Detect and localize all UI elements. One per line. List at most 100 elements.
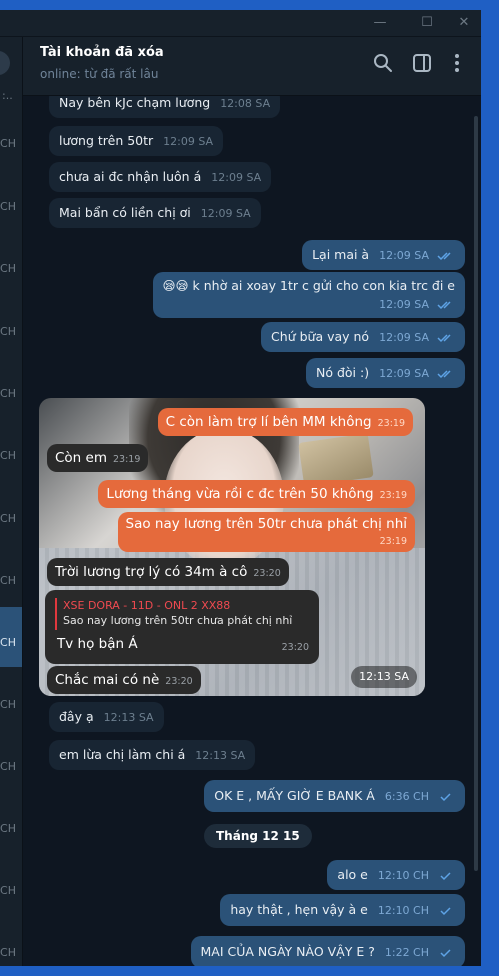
message-outgoing[interactable]: MAI CỦA NGÀY NÀO VẬY E ? 1:22 CH: [190, 936, 465, 966]
message-text: MAI CỦA NGÀY NÀO VẬY E ?: [200, 944, 375, 959]
bubble-text: Sao nay lương trên 50tr chưa phát chị nh…: [125, 516, 407, 532]
message-time: 12:09 SA: [211, 171, 262, 184]
message-outgoing[interactable]: OK E , MẤY GIỜ E BANK Á 6:36 CH: [204, 780, 465, 812]
message-time: 1:22 CH: [384, 946, 430, 959]
read-check-icon: [437, 300, 451, 309]
screenshot-bubble: Trời lương trợ lý có 34m à cô 23:20: [47, 558, 289, 586]
chat-item-time[interactable]: CH: [0, 200, 16, 213]
chat-item-time[interactable]: CH: [0, 884, 16, 897]
read-check-icon: [437, 369, 451, 378]
read-check-icon: [437, 333, 451, 342]
message-time: 12:09 SA: [379, 367, 430, 380]
reply-quote-text: Sao nay lương trên 50tr chưa phát chị nh…: [63, 614, 293, 627]
chat-item-time[interactable]: CH: [0, 137, 16, 150]
message-incoming[interactable]: Mai bẩn có liền chị ơi 12:09 SA: [49, 198, 261, 228]
screenshot-bubble: Sao nay lương trên 50tr chưa phát chị nh…: [117, 512, 415, 552]
date-separator: Tháng 12 15: [204, 824, 312, 848]
maximize-button[interactable]: ☐: [410, 10, 444, 36]
app-window: — ☐ ✕ :.. CH CH CH CH CH CH CH CH CH CH …: [0, 10, 481, 966]
reply-quote: XSE DORA - 11D - ONL 2 XX88 Sao nay lươn…: [55, 598, 309, 630]
message-time: 12:09 SA: [200, 207, 251, 220]
message-text: chưa ai đc nhận luôn á: [59, 169, 202, 184]
chat-item-time[interactable]: CH: [0, 387, 16, 400]
more-options-icon[interactable]: [445, 51, 469, 75]
photo-time: 12:13 SA: [351, 666, 417, 688]
bubble-text: C còn làm trợ lí bên MM không: [165, 414, 372, 430]
chat-header[interactable]: Tài khoản đã xóa online: từ đã rất lâu: [23, 37, 481, 96]
message-area[interactable]: Nay bên kJc chạm lương 12:08 SA lương trê…: [23, 96, 481, 966]
message-outgoing[interactable]: 😪😪 k nhờ ai xoay 1tr c gửi cho con kia t…: [152, 272, 465, 318]
message-time: 12:09 SA: [379, 298, 430, 311]
minimize-button[interactable]: —: [363, 10, 397, 36]
bubble-time: 23:20: [165, 676, 193, 687]
message-incoming[interactable]: em lừa chị làm chi á 12:13 SA: [49, 740, 256, 770]
chat-item-time[interactable]: CH: [0, 946, 16, 959]
message-time: 12:13 SA: [195, 749, 246, 762]
chat-item-time[interactable]: CH: [0, 325, 16, 338]
bubble-text: Còn em: [55, 450, 107, 466]
sent-check-icon: [440, 906, 451, 915]
bubble-time: 23:19: [113, 454, 141, 465]
chat-item-time[interactable]: CH: [0, 760, 16, 773]
message-time: 12:09 SA: [163, 135, 214, 148]
chat-item-time[interactable]: CH: [0, 574, 16, 587]
close-button[interactable]: ✕: [447, 10, 481, 36]
bubble-time: 23:20: [281, 642, 309, 653]
bubble-text: Tv họ bận Á: [57, 636, 138, 652]
sent-check-icon: [440, 792, 451, 801]
contact-status: online: từ đã rất lâu: [40, 67, 159, 81]
message-time: 6:36 CH: [384, 790, 430, 803]
scrollbar[interactable]: [474, 116, 478, 871]
message-text: Mai bẩn có liền chị ơi: [59, 205, 191, 220]
screenshot-bubble: C còn làm trợ lí bên MM không 23:19: [157, 408, 413, 436]
message-text: OK E , MẤY GIỜ E BANK Á: [214, 788, 375, 803]
avatar[interactable]: [0, 51, 10, 75]
message-incoming[interactable]: chưa ai đc nhận luôn á 12:09 SA: [49, 162, 272, 192]
sidebar-toggle-icon[interactable]: [410, 51, 434, 75]
chat-item-time[interactable]: CH: [0, 698, 16, 711]
message-text: alo e: [337, 867, 368, 882]
search-icon[interactable]: [371, 51, 395, 75]
message-text: đây ạ: [59, 709, 94, 724]
sent-check-icon: [440, 871, 451, 880]
photo-banknotes: [298, 433, 374, 487]
chat-item-time[interactable]: CH: [0, 822, 16, 835]
preview-ellipsis: :..: [2, 89, 13, 102]
message-outgoing[interactable]: Lại mai à 12:09 SA: [302, 240, 465, 270]
bubble-text: Lương tháng vừa rồi c đc trên 50 không: [106, 486, 374, 502]
message-outgoing[interactable]: alo e 12:10 CH: [327, 860, 465, 890]
message-incoming[interactable]: Nay bên kJc chạm lương 12:08 SA: [49, 96, 281, 118]
chat-item-time[interactable]: CH: [0, 262, 16, 275]
bubble-time: 23:19: [379, 536, 407, 547]
screenshot-reply-bubble: XSE DORA - 11D - ONL 2 XX88 Sao nay lươn…: [45, 590, 319, 664]
photo-message[interactable]: C còn làm trợ lí bên MM không 23:19 Còn e…: [39, 398, 425, 696]
chat-list-sidebar: :.. CH CH CH CH CH CH CH CH CH CH CH CH …: [0, 37, 23, 966]
chat-item-time[interactable]: CH: [0, 449, 16, 462]
bubble-time: 23:19: [379, 490, 407, 501]
title-bar: — ☐ ✕: [0, 10, 481, 37]
bubble-time: 23:20: [253, 568, 281, 579]
message-text: Nay bên kJc chạm lương: [59, 96, 211, 110]
screenshot-bubble: Lương tháng vừa rồi c đc trên 50 không 23…: [98, 480, 415, 508]
message-outgoing[interactable]: hay thật , hẹn vậy à e 12:10 CH: [220, 894, 465, 926]
read-check-icon: [437, 251, 451, 260]
message-text: Chứ bữa vay nó: [271, 329, 370, 344]
message-incoming[interactable]: lương trên 50tr 12:09 SA: [49, 126, 224, 156]
message-time: 12:09 SA: [379, 331, 430, 344]
message-outgoing[interactable]: Nó đòi :) 12:09 SA: [306, 358, 465, 388]
message-incoming[interactable]: đây ạ 12:13 SA: [49, 702, 164, 732]
message-text: Lại mai à: [312, 247, 370, 262]
message-text: hay thật , hẹn vậy à e: [230, 902, 368, 917]
bubble-time: 23:19: [377, 418, 405, 429]
screenshot-bubble: Còn em 23:19: [47, 444, 149, 472]
message-text: lương trên 50tr: [59, 133, 154, 148]
message-outgoing[interactable]: Chứ bữa vay nó 12:09 SA: [261, 322, 465, 352]
message-time: 12:13 SA: [103, 711, 154, 724]
reply-sender: XSE DORA - 11D - ONL 2 XX88: [63, 599, 231, 612]
chat-item-time[interactable]: CH: [0, 636, 16, 649]
bubble-text: Trời lương trợ lý có 34m à cô: [55, 564, 248, 580]
message-time: 12:10 CH: [377, 904, 430, 917]
chat-item-time[interactable]: CH: [0, 512, 16, 525]
message-text: Nó đòi :): [316, 365, 370, 380]
message-text: 😪😪 k nhờ ai xoay 1tr c gửi cho con kia t…: [162, 278, 456, 293]
